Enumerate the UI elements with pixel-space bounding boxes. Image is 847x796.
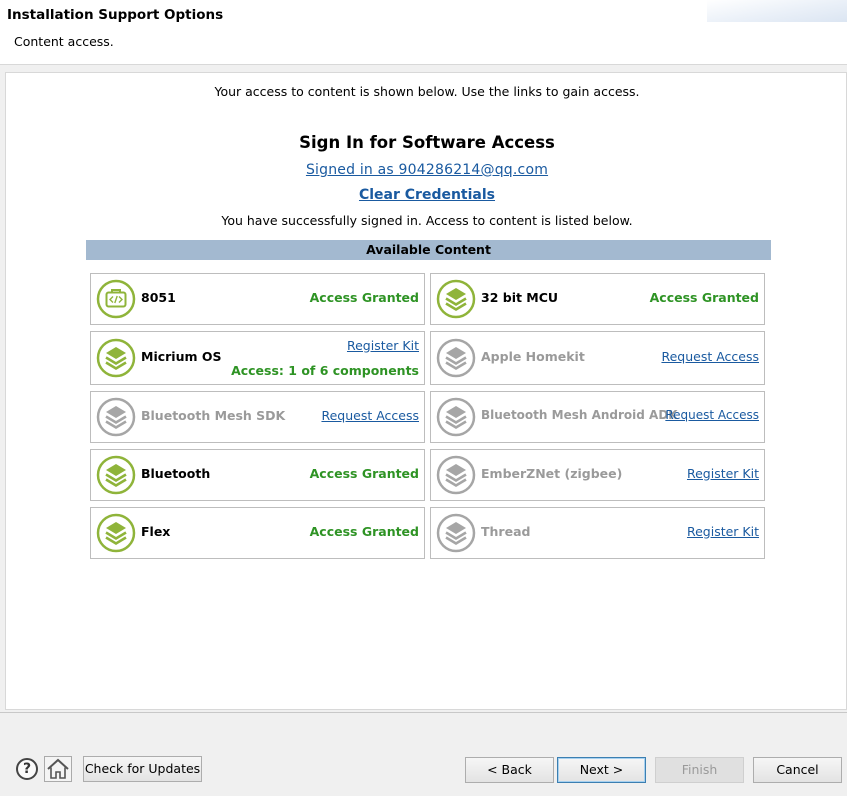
content-panel: Your access to content is shown below. U…	[5, 72, 847, 710]
signed-in-link[interactable]: Signed in as 904286214@qq.com	[306, 162, 548, 178]
available-content-header: Available Content	[86, 240, 771, 260]
layers-icon	[436, 455, 476, 495]
intro-text: Your access to content is shown below. U…	[214, 84, 640, 99]
content-card-micrium-os: Micrium OS Register Kit Access: 1 of 6 c…	[90, 331, 425, 385]
footer-separator	[0, 712, 847, 713]
request-access-link[interactable]: Request Access	[321, 408, 419, 423]
layers-icon	[96, 513, 136, 553]
access-status: Access: 1 of 6 components	[231, 363, 419, 378]
layers-icon	[436, 397, 476, 437]
request-access-link[interactable]: Request Access	[665, 408, 759, 422]
wizard-title: Installation Support Options	[7, 7, 224, 23]
content-name: Bluetooth	[141, 466, 211, 481]
wizard-subtitle: Content access.	[14, 34, 114, 49]
content-card-32bit-mcu: 32 bit MCU Access Granted	[430, 273, 765, 325]
content-card-thread: Thread Register Kit	[430, 507, 765, 559]
home-button[interactable]	[44, 756, 72, 782]
content-card-bluetooth-mesh-android-adk: Bluetooth Mesh Android ADK Request Acces…	[430, 391, 765, 443]
content-name: Flex	[141, 524, 171, 539]
wizard-header: Installation Support Options Content acc…	[0, 0, 847, 65]
clear-credentials-row: Clear Credentials	[6, 187, 847, 203]
register-kit-link[interactable]: Register Kit	[687, 524, 759, 539]
finish-button[interactable]: Finish	[655, 757, 744, 783]
layers-icon	[96, 338, 136, 378]
content-card-flex: Flex Access Granted	[90, 507, 425, 559]
signed-in-row: Signed in as 904286214@qq.com	[6, 162, 847, 178]
layers-icon	[96, 397, 136, 437]
check-updates-button[interactable]: Check for Updates	[83, 756, 202, 782]
signin-title: Sign In for Software Access	[299, 133, 555, 152]
content-name: 8051	[141, 290, 176, 305]
help-button[interactable]: ?	[16, 758, 38, 780]
request-access-link[interactable]: Request Access	[661, 349, 759, 364]
clear-credentials-link[interactable]: Clear Credentials	[359, 187, 495, 203]
layers-icon	[436, 338, 476, 378]
access-status: Access Granted	[309, 466, 419, 481]
content-card-bluetooth-mesh-sdk: Bluetooth Mesh SDK Request Access	[90, 391, 425, 443]
content-name: Bluetooth Mesh SDK	[141, 408, 286, 423]
content-card-apple-homekit: Apple Homekit Request Access	[430, 331, 765, 385]
access-status: Access Granted	[309, 290, 419, 305]
content-card-8051: 8051 Access Granted	[90, 273, 425, 325]
layers-icon	[436, 279, 476, 319]
home-icon	[47, 758, 69, 779]
header-decoration	[707, 0, 847, 22]
content-name: Thread	[481, 524, 531, 539]
access-status: Access Granted	[309, 524, 419, 539]
code-briefcase-icon	[96, 279, 136, 319]
register-kit-link[interactable]: Register Kit	[687, 466, 759, 481]
content-card-emberznet: EmberZNet (zigbee) Register Kit	[430, 449, 765, 501]
access-status: Access Granted	[649, 290, 759, 305]
layers-icon	[436, 513, 476, 553]
content-name: Apple Homekit	[481, 349, 585, 364]
content-name: Micrium OS	[141, 349, 222, 364]
content-name: 32 bit MCU	[481, 290, 559, 305]
content-name: EmberZNet (zigbee)	[481, 466, 623, 481]
content-card-bluetooth: Bluetooth Access Granted	[90, 449, 425, 501]
back-button[interactable]: < Back	[465, 757, 554, 783]
cancel-button[interactable]: Cancel	[753, 757, 842, 783]
content-name: Bluetooth Mesh Android ADK	[481, 408, 678, 422]
register-kit-link[interactable]: Register Kit	[347, 338, 419, 353]
next-button[interactable]: Next >	[557, 757, 646, 783]
layers-icon	[96, 455, 136, 495]
signin-status-message: You have successfully signed in. Access …	[221, 213, 633, 228]
